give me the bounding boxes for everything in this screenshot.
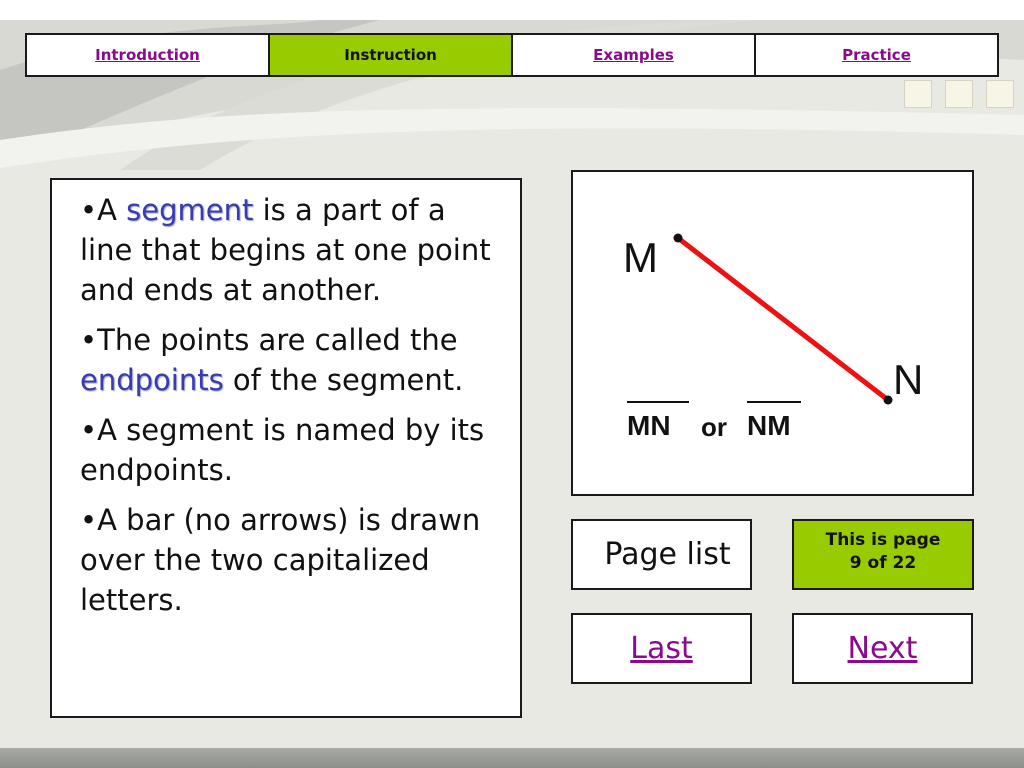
background-swirl	[0, 20, 1024, 170]
last-button[interactable]: Last	[571, 613, 752, 684]
segment-name-mn: MN	[627, 410, 671, 441]
bullet-3: •A segment is named by its endpoints.	[80, 413, 485, 487]
tab-instruction-label: Instruction	[344, 46, 437, 64]
tab-introduction-link[interactable]: Introduction	[95, 46, 200, 64]
bullet-1: •A segment is a part of a line that begi…	[80, 193, 491, 307]
tab-practice[interactable]: Practice	[756, 35, 997, 75]
footer-band	[0, 748, 1024, 768]
tab-examples-link[interactable]: Examples	[593, 46, 674, 64]
segment-diagram: M N MN or NM	[571, 170, 974, 496]
bullet-2: •The points are called the endpoints of …	[80, 323, 464, 397]
bullet-4: •A bar (no arrows) is drawn over the two…	[80, 503, 481, 617]
page-indicator-line1: This is page	[825, 530, 941, 550]
next-link[interactable]: Next	[848, 631, 918, 666]
decorative-square	[945, 80, 973, 108]
page-list-label: Page list	[604, 537, 731, 572]
point-label-m: M	[623, 234, 658, 281]
segment-bar-nm	[747, 401, 801, 403]
tab-introduction[interactable]: Introduction	[27, 35, 270, 75]
tab-instruction[interactable]: Instruction	[270, 35, 513, 75]
last-link[interactable]: Last	[630, 631, 693, 666]
point-label-n: N	[893, 356, 924, 403]
decorative-square	[986, 80, 1014, 108]
or-label: or	[701, 412, 727, 442]
segment-name-nm: NM	[747, 410, 791, 441]
page-list-button[interactable]: Page list	[571, 519, 752, 590]
tab-examples[interactable]: Examples	[513, 35, 756, 75]
decorative-square	[904, 80, 932, 108]
segment-drawing	[673, 233, 893, 405]
page-indicator-line2: 9 of 22	[849, 553, 917, 573]
next-button[interactable]: Next	[792, 613, 973, 684]
nav-tabs: Introduction Instruction Examples Practi…	[25, 33, 999, 77]
endpoint-m	[673, 233, 683, 243]
endpoint-n	[883, 395, 893, 405]
term-endpoints: endpoints	[80, 363, 224, 397]
definition-text-panel: •A segment is a part of a line that begi…	[50, 178, 522, 718]
tab-practice-link[interactable]: Practice	[842, 46, 911, 64]
term-segment: segment	[126, 193, 254, 227]
segment-line	[676, 236, 890, 402]
segment-bar-mn	[627, 401, 689, 403]
page-indicator: This is page 9 of 22	[792, 519, 974, 590]
